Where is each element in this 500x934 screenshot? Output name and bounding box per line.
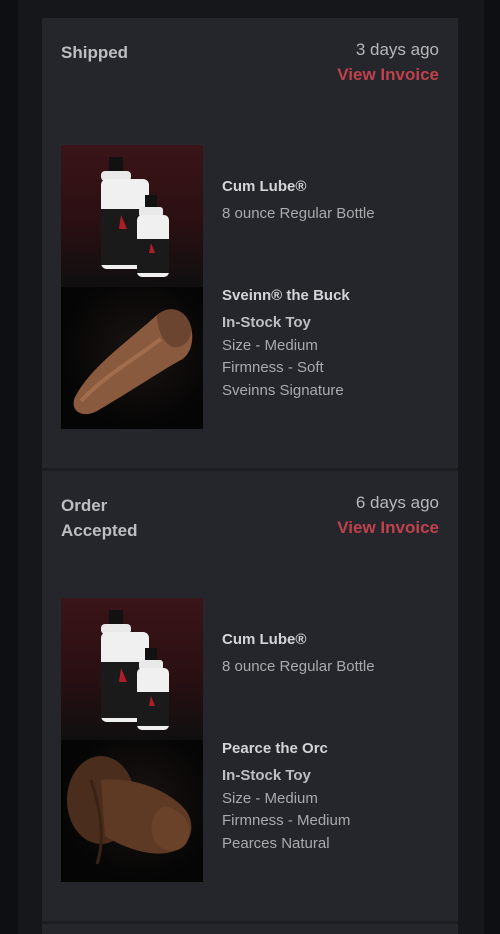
- view-invoice-link[interactable]: View Invoice: [337, 518, 439, 538]
- item-option: Firmness - Medium: [222, 812, 351, 829]
- order-status: Order Accepted: [61, 496, 138, 540]
- order-date: 6 days ago: [355, 493, 439, 512]
- product-name[interactable]: Cum Lube®: [222, 631, 442, 648]
- item-option: 8 ounce Regular Bottle: [222, 658, 375, 675]
- item-option: Size - Medium: [222, 789, 318, 807]
- product-image-lube-bottles[interactable]: [61, 598, 203, 740]
- order-date: 3 days ago: [355, 40, 439, 59]
- product-name[interactable]: Cum Lube®: [222, 178, 442, 195]
- item-option: Firmness - Soft: [222, 359, 324, 376]
- product-name[interactable]: Sveinn® the Buck: [222, 287, 442, 304]
- product-name[interactable]: Pearce the Orc: [222, 740, 442, 757]
- item-info: Cum Lube® 8 ounce Regular Bottle: [222, 631, 442, 679]
- item-option: Sveinns Signature: [222, 381, 344, 399]
- view-invoice-link[interactable]: View Invoice: [337, 65, 439, 85]
- order-history-panel: Shipped 3 days ago View Invoice Cum Lube…: [42, 18, 458, 934]
- right-frame: [484, 0, 500, 934]
- item-type: In-Stock Toy: [222, 767, 311, 784]
- product-image-toy-tan[interactable]: [61, 287, 203, 429]
- order-card: Order Accepted 6 days ago View Invoice C…: [42, 471, 458, 924]
- product-image-lube-bottles[interactable]: [61, 145, 203, 287]
- item-info: Cum Lube® 8 ounce Regular Bottle: [222, 178, 442, 226]
- item-option: Size - Medium: [222, 336, 318, 354]
- order-status: Shipped: [61, 43, 129, 62]
- item-type: In-Stock Toy: [222, 314, 311, 331]
- item-info: Pearce the Orc In-Stock Toy Size - Mediu…: [222, 740, 442, 855]
- left-frame: [0, 0, 18, 934]
- order-card: Shipped 3 days ago View Invoice Cum Lube…: [42, 18, 458, 471]
- product-image-toy-brown[interactable]: [61, 740, 203, 882]
- item-info: Sveinn® the Buck In-Stock Toy Size - Med…: [222, 287, 442, 402]
- item-option: Pearces Natural: [222, 834, 330, 852]
- item-option: 8 ounce Regular Bottle: [222, 205, 375, 222]
